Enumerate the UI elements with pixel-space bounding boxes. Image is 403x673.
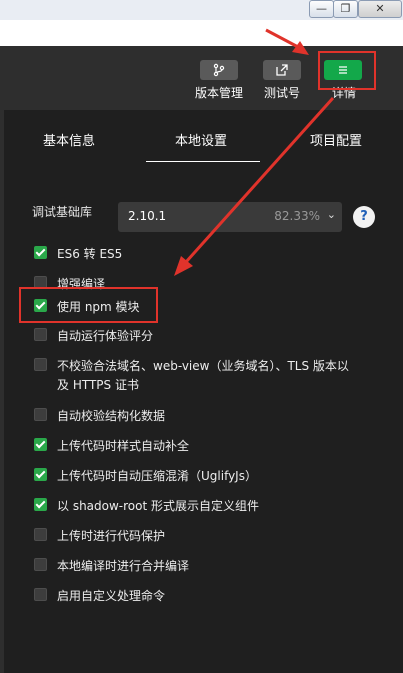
close-button[interactable]: ✕ xyxy=(358,0,402,18)
option-label: 上传时进行代码保护 xyxy=(57,529,166,543)
option-label: 启用自定义处理命令 xyxy=(57,589,166,603)
checkbox[interactable] xyxy=(34,328,47,341)
tab-local-settings[interactable]: 本地设置 xyxy=(175,130,227,149)
option-label: 本地编译时进行合并编译 xyxy=(57,559,190,573)
option-label: 上传代码时样式自动补全 xyxy=(57,439,190,453)
debug-lib-select[interactable]: 2.10.1 82.33% ⌄ xyxy=(118,202,342,232)
branch-icon xyxy=(213,63,225,77)
active-tab-underline xyxy=(146,161,260,162)
version-control-button[interactable] xyxy=(200,60,238,80)
chevron-down-icon: ⌄ xyxy=(326,208,336,221)
checkbox[interactable] xyxy=(34,246,47,259)
checkbox[interactable] xyxy=(34,438,47,451)
option-label: ES6 转 ES5 xyxy=(57,247,123,261)
details-highlight-box xyxy=(318,51,376,90)
option-label: 以 shadow-root 形式展示自定义组件 xyxy=(57,499,260,513)
help-icon[interactable]: ? xyxy=(353,206,375,228)
address-strip xyxy=(0,20,403,46)
debug-lib-label: 调试基础库 xyxy=(32,205,93,219)
option-label: 自动运行体验评分 xyxy=(57,329,154,343)
option-label: 不校验合法域名、web-view（业务域名）、TLS 版本以及 HTTPS 证书 xyxy=(57,359,349,392)
checkbox[interactable] xyxy=(34,498,47,511)
npm-highlight-box xyxy=(19,287,158,323)
option-label: 自动校验结构化数据 xyxy=(57,409,166,423)
minimize-button[interactable]: — xyxy=(309,0,334,18)
tab-project-config[interactable]: 项目配置 xyxy=(310,130,362,149)
checkbox[interactable] xyxy=(34,408,47,421)
checkbox[interactable] xyxy=(34,558,47,571)
window-titlebar: — ❐ ✕ xyxy=(0,0,403,20)
debug-lib-version: 2.10.1 xyxy=(128,209,167,223)
test-account-label: 测试号 xyxy=(263,86,300,100)
tab-basic-info[interactable]: 基本信息 xyxy=(43,130,95,149)
checkbox[interactable] xyxy=(34,588,47,601)
maximize-button[interactable]: ❐ xyxy=(333,0,358,18)
checkbox[interactable] xyxy=(34,358,47,371)
debug-lib-percent: 82.33% xyxy=(274,209,320,223)
external-link-icon xyxy=(276,64,288,76)
version-control-label: 版本管理 xyxy=(194,86,243,100)
test-account-button[interactable] xyxy=(263,60,301,80)
checkbox[interactable] xyxy=(34,468,47,481)
checkbox[interactable] xyxy=(34,528,47,541)
settings-panel: 基本信息 本地设置 项目配置 调试基础库 2.10.1 82.33% ⌄ ? E… xyxy=(4,110,403,673)
option-label: 上传代码时自动压缩混淆（UglifyJs） xyxy=(57,469,257,483)
